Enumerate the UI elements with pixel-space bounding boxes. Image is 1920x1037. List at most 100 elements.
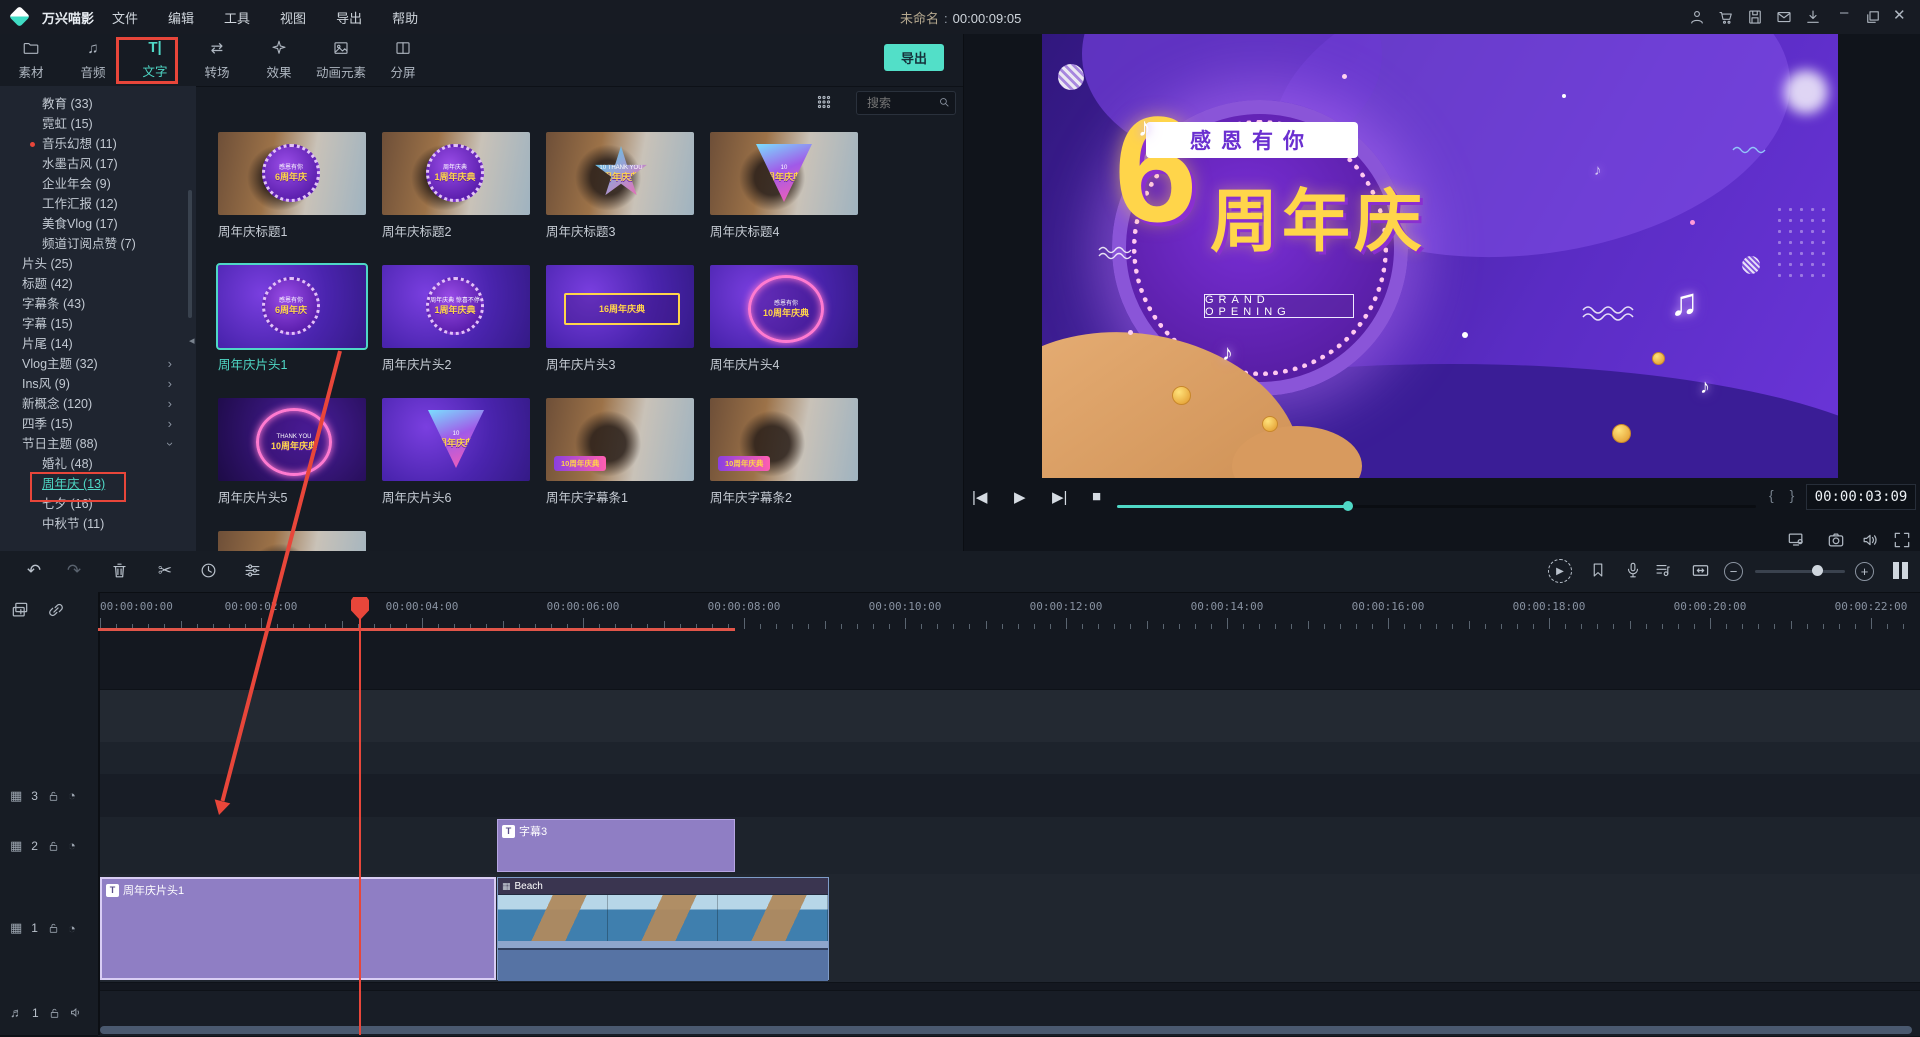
video-preview[interactable]: 感恩有你 6 周年庆 GRAND OPENING ♪ ♪ ♫ ♪ ♪ xyxy=(1042,34,1838,478)
track-visibility-icon[interactable]: ◔ xyxy=(68,838,76,853)
sidebar-item-七夕[interactable]: 七夕 (16) xyxy=(0,494,196,514)
track-lock-icon[interactable] xyxy=(47,789,59,803)
timeline-clip-intro-template[interactable]: T 周年庆片头1 xyxy=(100,877,496,980)
chevron-down-icon[interactable]: › xyxy=(160,442,180,446)
timeline-zoom-handle[interactable] xyxy=(1812,565,1823,576)
sidebar-item-字幕条[interactable]: 字幕条 (43) xyxy=(0,294,196,314)
template-name[interactable]: 周年庆片头5 xyxy=(218,487,287,506)
template-thumbnail-周年庆片头2[interactable]: 周年庆典 惊喜不停1周年庆典 xyxy=(382,265,530,348)
duration-clock-icon[interactable] xyxy=(199,561,219,581)
snapshot-camera-icon[interactable] xyxy=(1826,530,1846,550)
sidebar-item-频道订阅点赞[interactable]: 频道订阅点赞 (7) xyxy=(0,234,196,254)
sidebar-item-Vlog主题[interactable]: Vlog主题 (32)› xyxy=(0,354,196,374)
template-thumbnail-周年庆标题2[interactable]: 周年庆典1周年庆典 xyxy=(382,132,530,215)
sidebar-item-片尾[interactable]: 片尾 (14) xyxy=(0,334,196,354)
tab-动画元素[interactable]: 动画元素 xyxy=(310,34,372,86)
render-preview-icon[interactable]: ▶ xyxy=(1548,559,1572,583)
video-track-2-lane[interactable] xyxy=(98,817,1920,875)
sidebar-item-教育[interactable]: 教育 (33) xyxy=(0,94,196,114)
download-icon[interactable] xyxy=(1804,8,1822,26)
close-button[interactable]: ✕ xyxy=(1893,6,1906,24)
track-visibility-icon[interactable]: ◔ xyxy=(68,921,76,936)
menu-item-0[interactable]: 文件 xyxy=(112,8,138,27)
template-name[interactable]: 周年庆标题3 xyxy=(546,221,615,240)
template-thumbnail-周年庆片头1[interactable]: 感恩有你6周年庆 xyxy=(218,265,366,348)
fullscreen-icon[interactable] xyxy=(1892,530,1912,550)
adjust-sliders-icon[interactable] xyxy=(243,561,263,581)
add-track-icon[interactable] xyxy=(10,600,32,622)
menu-item-4[interactable]: 导出 xyxy=(336,8,362,27)
sidebar-item-四季[interactable]: 四季 (15)› xyxy=(0,414,196,434)
track-visibility-icon[interactable]: ◔ xyxy=(68,788,76,803)
sidebar-item-标题[interactable]: 标题 (42) xyxy=(0,274,196,294)
template-thumbnail-周年庆片头5[interactable]: THANK YOU10周年庆典 xyxy=(218,398,366,481)
template-thumbnail-周年庆标题3[interactable]: 10 THANK YOU周年庆典 xyxy=(546,132,694,215)
menu-item-3[interactable]: 视图 xyxy=(280,8,306,27)
video-track-3-lane[interactable] xyxy=(98,774,1920,818)
playhead-line[interactable] xyxy=(359,600,361,1035)
save-icon[interactable] xyxy=(1746,8,1764,26)
sidebar-item-霓虹[interactable]: 霓虹 (15) xyxy=(0,114,196,134)
restore-button[interactable] xyxy=(1864,8,1882,26)
timeline-empty-lane[interactable] xyxy=(98,742,1920,775)
play-button[interactable]: ▶ xyxy=(1014,488,1026,506)
tab-音频[interactable]: ♫音频 xyxy=(62,34,124,86)
sidebar-item-工作汇报[interactable]: 工作汇报 (12) xyxy=(0,194,196,214)
track-lock-icon[interactable] xyxy=(47,921,59,935)
sidebar-scrollbar[interactable] xyxy=(188,190,192,318)
redo-icon[interactable]: ↷ xyxy=(64,561,84,581)
template-name[interactable]: 周年庆片头1 xyxy=(218,354,287,373)
sidebar-item-Ins风[interactable]: Ins风 (9)› xyxy=(0,374,196,394)
minimize-button[interactable]: – xyxy=(1840,4,1848,21)
timeline-clip-subtitle[interactable]: T 字幕3 xyxy=(497,819,735,872)
sidebar-item-音乐幻想[interactable]: 音乐幻想 (11) xyxy=(0,134,196,154)
tab-文字[interactable]: T|文字 xyxy=(124,34,186,86)
timeline-clip-beach-video[interactable]: ▦ Beach xyxy=(497,877,829,980)
template-name[interactable]: 周年庆标题2 xyxy=(382,221,451,240)
marker-icon[interactable] xyxy=(1589,561,1609,581)
feedback-mail-icon[interactable] xyxy=(1775,8,1793,26)
playback-progress-handle[interactable] xyxy=(1343,501,1353,511)
undo-icon[interactable]: ↶ xyxy=(24,561,44,581)
template-thumbnail-周年庆标题4[interactable]: 10周年庆典 xyxy=(710,132,858,215)
account-icon[interactable] xyxy=(1688,8,1706,26)
timeline-zoom-slider[interactable] xyxy=(1755,570,1845,573)
track-height-toggle-icon[interactable] xyxy=(1893,562,1908,579)
template-thumbnail-周年庆片头6[interactable]: 10周年庆典 xyxy=(382,398,530,481)
sidebar-item-美食Vlog[interactable]: 美食Vlog (17) xyxy=(0,214,196,234)
sidebar-item-婚礼[interactable]: 婚礼 (48) xyxy=(0,454,196,474)
template-thumbnail-周年庆标题1[interactable]: 感恩有你6周年庆 xyxy=(218,132,366,215)
sidebar-item-周年庆[interactable]: 周年庆 (13) xyxy=(0,474,196,494)
template-thumbnail-周年庆字幕条2[interactable]: 10周年庆典 xyxy=(710,398,858,481)
split-scissors-icon[interactable]: ✂ xyxy=(155,561,175,581)
auto-ripple-link-icon[interactable] xyxy=(46,600,68,622)
cart-icon[interactable] xyxy=(1717,8,1735,26)
sidebar-item-水墨古风[interactable]: 水墨古风 (17) xyxy=(0,154,196,174)
grid-view-icon[interactable] xyxy=(815,93,833,111)
playback-quality-icon[interactable] xyxy=(1786,530,1806,550)
template-name[interactable]: 周年庆片头3 xyxy=(546,354,615,373)
sidebar-collapse-icon[interactable]: ◂ xyxy=(189,334,195,347)
track-lock-icon[interactable] xyxy=(47,839,59,853)
template-name[interactable]: 周年庆字幕条2 xyxy=(710,487,792,506)
sidebar-item-中秋节[interactable]: 中秋节 (11) xyxy=(0,514,196,534)
template-name[interactable]: 周年庆字幕条1 xyxy=(546,487,628,506)
previous-frame-button[interactable]: |◀ xyxy=(972,488,987,506)
next-frame-button[interactable]: ▶| xyxy=(1052,488,1067,506)
volume-icon[interactable] xyxy=(1860,530,1880,550)
timeline-ruler[interactable]: 00:00:00:0000:00:02:0000:00:04:0000:00:0… xyxy=(98,592,1920,632)
template-name[interactable]: 周年庆标题1 xyxy=(218,221,287,240)
template-name[interactable]: 周年庆片头6 xyxy=(382,487,451,506)
menu-item-5[interactable]: 帮助 xyxy=(392,8,418,27)
template-thumbnail-周年庆片头4[interactable]: 感恩有你10周年庆典 xyxy=(710,265,858,348)
search-icon[interactable] xyxy=(937,95,951,109)
sidebar-item-片头[interactable]: 片头 (25) xyxy=(0,254,196,274)
record-voiceover-mic-icon[interactable] xyxy=(1624,561,1644,581)
mark-in-out-icon[interactable]: { } xyxy=(1769,487,1800,503)
sidebar-item-企业年会[interactable]: 企业年会 (9) xyxy=(0,174,196,194)
template-name[interactable]: 周年庆片头4 xyxy=(710,354,779,373)
chevron-right-icon[interactable]: › xyxy=(168,374,172,394)
track-mute-icon[interactable] xyxy=(69,1005,84,1020)
sidebar-item-节日主题[interactable]: 节日主题 (88)› xyxy=(0,434,196,454)
search-input[interactable] xyxy=(865,93,937,113)
